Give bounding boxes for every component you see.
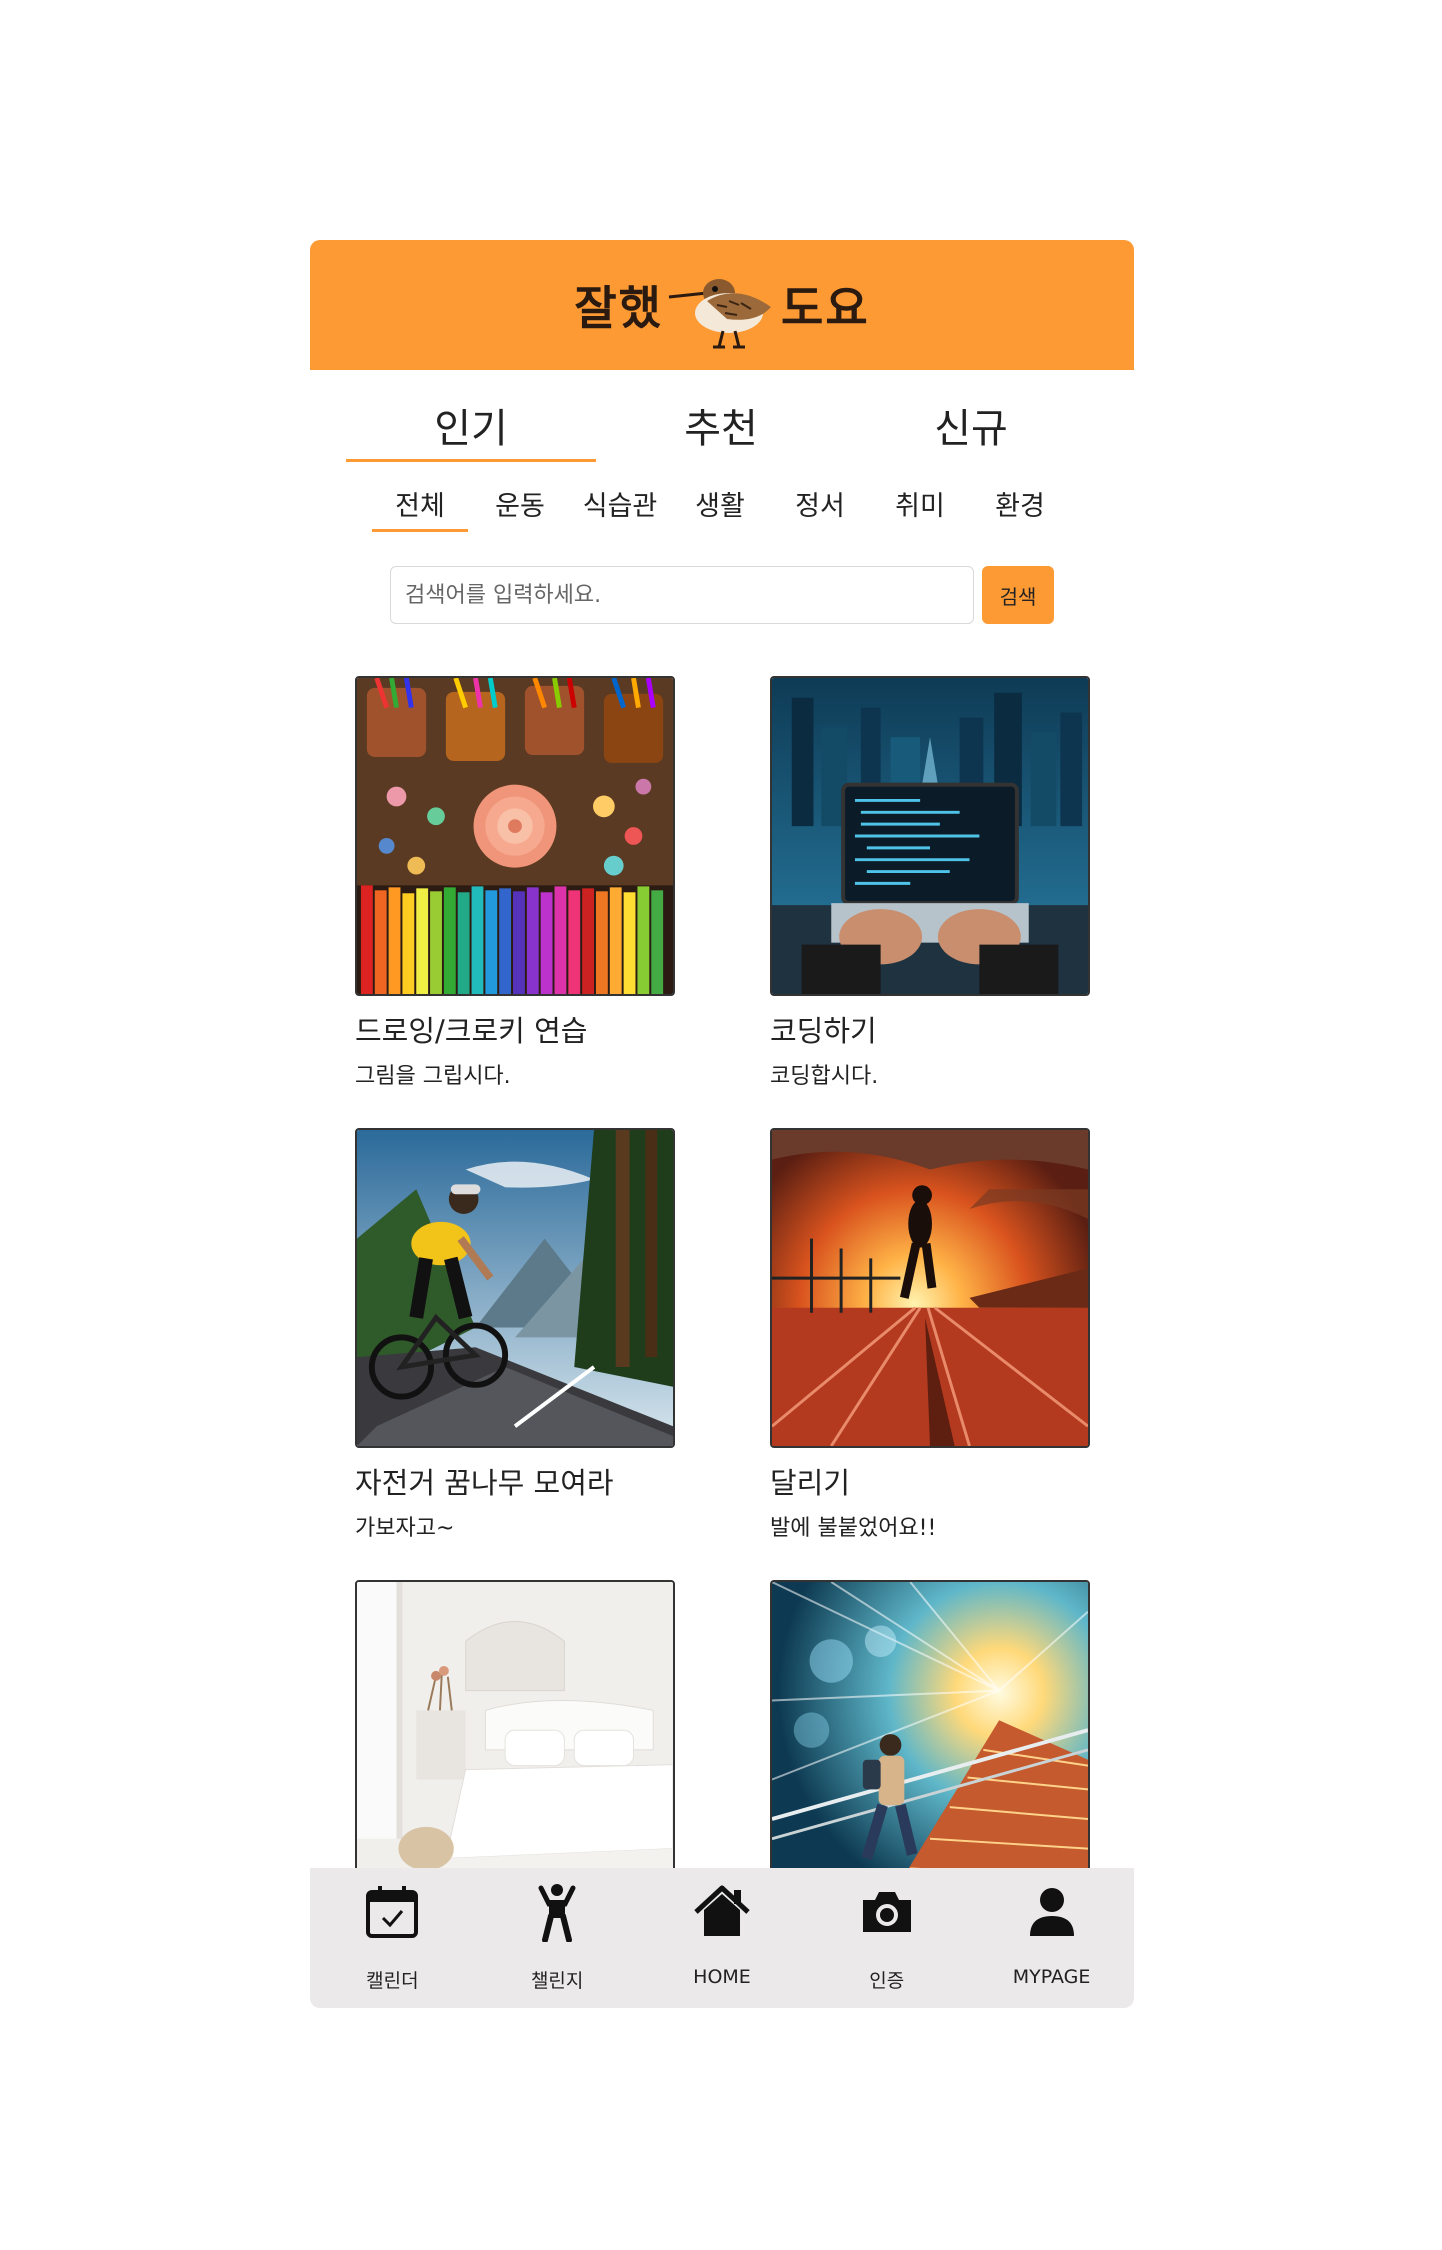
category-tab-life[interactable]: 생활 — [670, 482, 770, 532]
nav-verify[interactable]: 인증 — [822, 1880, 952, 1993]
colored-pencils-image — [357, 678, 673, 994]
app-screen: 잘했 도요 인기 추천 신규 전체 운동 식습관 생활 정서 취미 환경 검색어… — [310, 240, 1134, 2008]
challenge-thumbnail — [355, 1128, 675, 1448]
white-bedroom-image — [357, 1582, 673, 1898]
challenge-description: 발에 불붙었어요!! — [770, 1516, 937, 1541]
challenge-card[interactable]: 드로잉/크로키 연습 그림을 그립시다. — [355, 676, 675, 1128]
nav-calendar-label: 캘린더 — [366, 1970, 419, 1992]
challenge-thumbnail — [355, 1580, 675, 1900]
logo-text-left: 잘했 — [574, 281, 663, 335]
light-stairs-image — [772, 1582, 1088, 1898]
challenge-title: 달리기 — [770, 1466, 851, 1500]
category-tab-diet[interactable]: 식습관 — [570, 482, 670, 532]
category-tab-emotion[interactable]: 정서 — [770, 482, 870, 532]
user-icon — [1020, 1880, 1084, 1944]
category-tab-all[interactable]: 전체 — [370, 482, 470, 532]
sandpiper-bird-icon — [668, 279, 771, 349]
challenge-card[interactable]: 달리기 발에 불붙었어요!! — [770, 1128, 1090, 1580]
challenge-grid: 드로잉/크로키 연습 그림을 그립시다. 코딩하기 코딩합시다. 자전거 꿈나무… — [355, 676, 1090, 2008]
challenge-description: 가보자고~ — [355, 1516, 455, 1541]
challenge-thumbnail — [770, 1128, 1090, 1448]
category-tab-environment[interactable]: 환경 — [970, 482, 1070, 532]
tab-recommended[interactable]: 추천 — [596, 392, 846, 462]
challenge-thumbnail — [770, 1580, 1090, 1900]
challenge-title: 드로잉/크로키 연습 — [355, 1014, 588, 1048]
challenge-card[interactable]: 자전거 꿈나무 모여라 가보자고~ — [355, 1128, 675, 1580]
search-button[interactable]: 검색 — [982, 566, 1054, 624]
challenge-thumbnail — [770, 676, 1090, 996]
bottom-navigation: 캘린더 챌린지 HOME 인증 MYPAGE — [310, 1868, 1134, 2008]
home-icon — [690, 1880, 754, 1944]
tab-new[interactable]: 신규 — [846, 392, 1096, 462]
search-input[interactable] — [390, 566, 974, 624]
logo-text-right: 도요 — [781, 281, 870, 335]
tab-popular[interactable]: 인기 — [346, 392, 596, 462]
category-tab-bar: 전체 운동 식습관 생활 정서 취미 환경 — [370, 482, 1070, 532]
category-tab-exercise[interactable]: 운동 — [470, 482, 570, 532]
nav-challenge-label: 챌린지 — [530, 1970, 584, 1992]
calendar-check-icon — [360, 1880, 424, 1944]
challenge-thumbnail — [355, 676, 675, 996]
coding-laptop-image — [772, 678, 1088, 994]
challenge-title: 자전거 꿈나무 모여라 — [355, 1466, 614, 1500]
nav-calendar[interactable]: 캘린더 — [327, 1880, 457, 1993]
challenge-title: 코딩하기 — [770, 1014, 877, 1048]
nav-mypage-label: MYPAGE — [1012, 1966, 1091, 1988]
app-logo[interactable]: 잘했 도요 — [574, 257, 869, 353]
challenge-description: 그림을 그립시다. — [355, 1064, 511, 1089]
challenge-description: 코딩합시다. — [770, 1064, 879, 1089]
nav-home-label: HOME — [693, 1966, 751, 1988]
person-challenge-icon — [525, 1880, 589, 1944]
main-tab-bar: 인기 추천 신규 — [346, 392, 1096, 462]
running-sunset-image — [772, 1130, 1088, 1446]
nav-verify-label: 인증 — [869, 1970, 905, 1992]
challenge-card[interactable]: 코딩하기 코딩합시다. — [770, 676, 1090, 1128]
nav-home[interactable]: HOME — [657, 1880, 787, 1988]
nav-challenge[interactable]: 챌린지 — [492, 1880, 622, 1993]
category-tab-hobby[interactable]: 취미 — [870, 482, 970, 532]
app-header: 잘했 도요 — [310, 240, 1134, 370]
nav-mypage[interactable]: MYPAGE — [987, 1880, 1117, 1988]
search-bar: 검색 — [390, 566, 1054, 624]
camera-icon — [855, 1880, 919, 1944]
cycling-mountain-image — [357, 1130, 673, 1446]
